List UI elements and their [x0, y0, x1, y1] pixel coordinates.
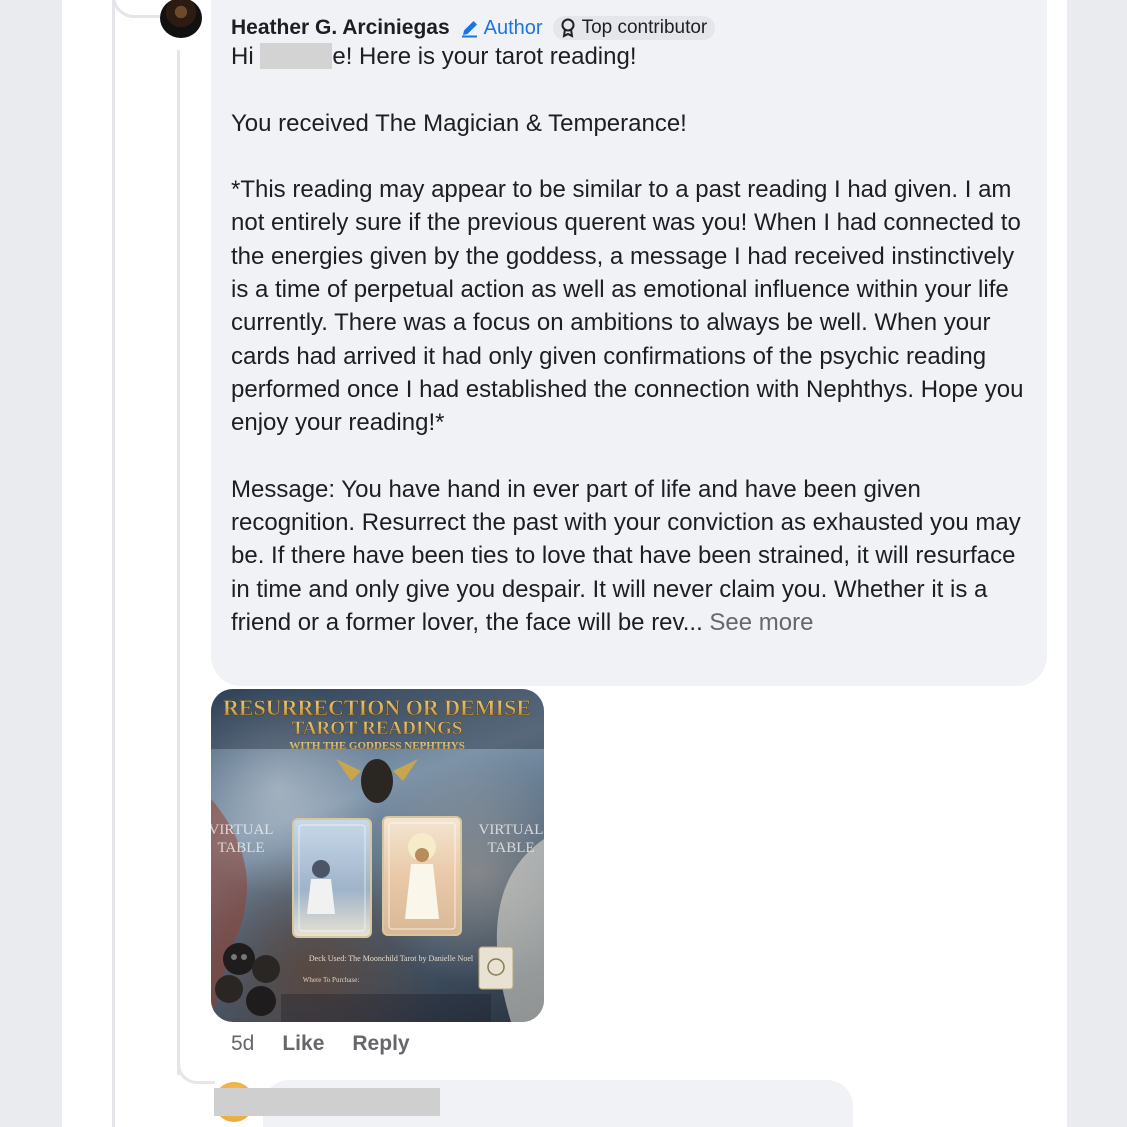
greeting-line: Hi e! Here is your tarot reading! — [231, 43, 637, 70]
reply-button[interactable]: Reply — [352, 1032, 409, 1056]
pencil-icon — [461, 21, 477, 38]
top-contributor-label: Top contributor — [581, 17, 708, 38]
skulls-decoration — [215, 943, 280, 1016]
right-gutter — [1067, 0, 1127, 1127]
top-contributor-badge[interactable]: Top contributor — [552, 16, 716, 40]
image-title-3: WITH THE GODDESS NEPHTHYS — [289, 740, 465, 752]
card-magician — [292, 818, 372, 938]
cards-line: You received The Magician & Temperance! — [231, 109, 687, 137]
image-title-1: RESURRECTION OR DEMISE — [223, 695, 531, 720]
redacted-name — [260, 43, 333, 69]
reply-thread-connector — [177, 1040, 215, 1084]
reading-message: Message: You have hand in ever part of l… — [231, 475, 1021, 637]
author-avatar[interactable] — [160, 0, 202, 38]
comment-header: Heather G. Arciniegas Author Top contrib… — [231, 14, 716, 42]
deck-box — [478, 946, 514, 990]
like-button[interactable]: Like — [282, 1032, 324, 1056]
thread-line — [112, 0, 115, 1127]
award-icon — [561, 18, 575, 38]
watermark-left-2: TABLE — [217, 840, 264, 856]
timestamp[interactable]: 5d — [231, 1032, 254, 1056]
watermark-right-1: VIRTUAL — [479, 822, 544, 838]
comment-actions: 5d Like Reply — [231, 1030, 410, 1058]
author-badge: Author — [460, 17, 543, 40]
thread-connector — [112, 0, 160, 18]
left-gutter — [0, 0, 62, 1127]
purchase-line: Where To Purchase: — [303, 976, 360, 984]
tarot-reading-graphic: RESURRECTION OR DEMISE TAROT READINGS WI… — [211, 689, 544, 1022]
deck-used-line: Deck Used: The Moonchild Tarot by Daniel… — [309, 954, 474, 963]
image-title-2: TAROT READINGS — [292, 718, 463, 739]
author-name[interactable]: Heather G. Arciniegas — [231, 16, 450, 40]
author-badge-label: Author — [483, 16, 543, 39]
reply-thread-line — [177, 50, 180, 1075]
watermark-right-2: TABLE — [487, 840, 534, 856]
see-more-link[interactable]: See more — [709, 609, 813, 636]
reading-note: *This reading may appear to be similar t… — [231, 176, 1024, 437]
attached-image[interactable]: RESURRECTION OR DEMISE TAROT READINGS WI… — [211, 689, 544, 1022]
comment-body: Hi e! Here is your tarot reading! You re… — [231, 40, 1031, 639]
goddess-figure — [361, 759, 393, 803]
redacted-reply-name — [214, 1088, 440, 1116]
watermark-left-1: VIRTUAL — [211, 822, 273, 838]
